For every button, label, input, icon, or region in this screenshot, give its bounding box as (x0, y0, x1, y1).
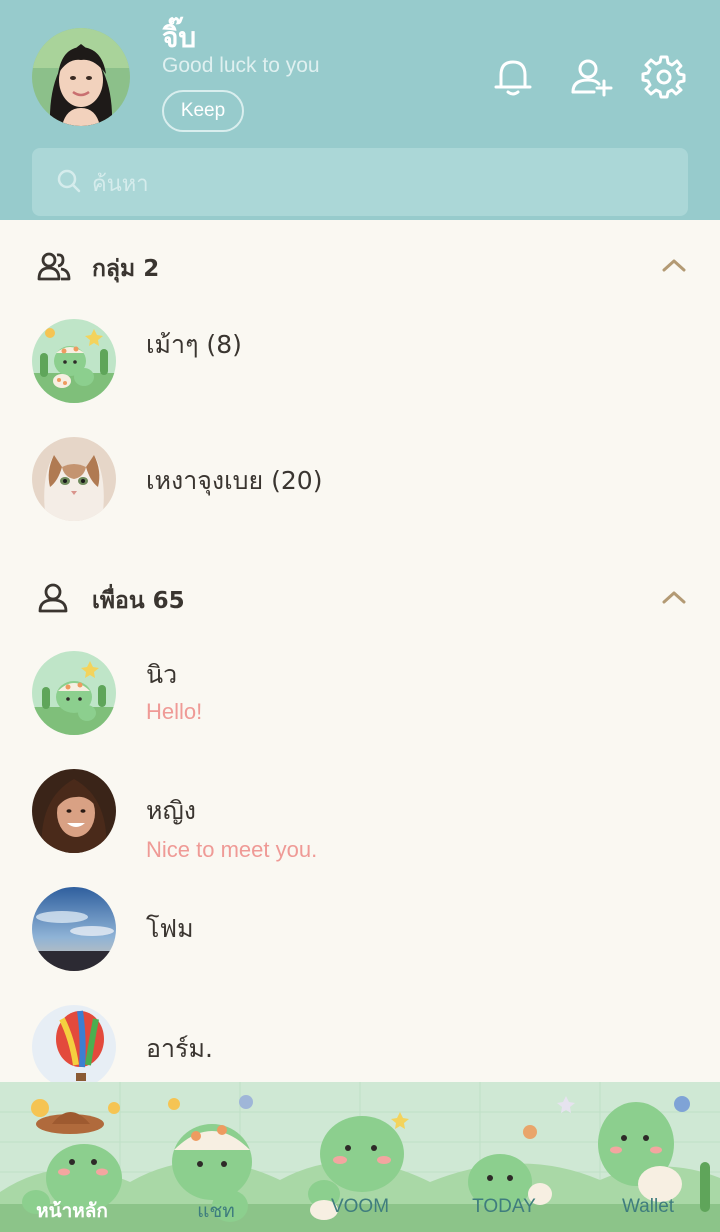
search-icon (57, 169, 81, 193)
friend-avatar (32, 887, 116, 971)
friend-avatar (32, 769, 116, 853)
friend-row[interactable]: โฟม (0, 887, 720, 997)
group-name: เหงาจุงเบย (20) (146, 466, 323, 495)
search-bar[interactable]: ค้นหา (32, 148, 688, 216)
friend-avatar (32, 651, 116, 735)
friend-name: โฟม (146, 914, 194, 943)
group-avatar (32, 319, 116, 403)
nav-today[interactable]: TODAY (444, 1196, 564, 1230)
gear-icon[interactable] (641, 54, 687, 100)
group-icon (37, 252, 71, 281)
friend-name: อาร์ม. (146, 1034, 213, 1063)
bell-icon[interactable] (490, 54, 536, 100)
friends-section-title: เพื่อน 65 (92, 588, 185, 614)
profile-header: จิ๊บ Good luck to you Keep ค้นหา (0, 0, 720, 220)
friend-name: หญิง (146, 796, 196, 825)
nav-wallet[interactable]: Wallet (588, 1196, 708, 1230)
friend-status-message: Hello! (146, 699, 203, 724)
bottom-navigation: หน้าหลัก แชท VOOM TODAY Wallet (0, 1082, 720, 1232)
add-friend-icon[interactable] (568, 54, 614, 100)
friend-status-message: Nice to meet you. (146, 837, 318, 862)
nav-voom-label: VOOM (330, 1196, 390, 1217)
chevron-up-icon[interactable] (660, 588, 688, 606)
group-name: เม้าๆ (8) (146, 330, 242, 359)
nav-today-label: TODAY (472, 1196, 536, 1217)
profile-status-message: Good luck to you (162, 54, 320, 77)
nav-home-label: หน้าหลัก (36, 1201, 108, 1222)
profile-avatar[interactable] (32, 28, 130, 126)
nav-home[interactable]: หน้าหลัก (12, 1196, 132, 1230)
friend-icon (38, 583, 68, 613)
friend-name: นิว (146, 660, 178, 689)
friends-home-screen: จิ๊บ Good luck to you Keep ค้นหา กลุ่ม 2… (0, 0, 720, 1232)
nav-voom[interactable]: VOOM (300, 1196, 420, 1230)
groups-section-header[interactable]: กลุ่ม 2 (0, 236, 720, 296)
group-avatar (32, 437, 116, 521)
keep-button[interactable]: Keep (162, 90, 244, 132)
friend-row[interactable]: นิว Hello! (0, 651, 720, 761)
groups-section-title: กลุ่ม 2 (92, 256, 160, 282)
nav-chat[interactable]: แชท (156, 1196, 276, 1230)
chevron-up-icon[interactable] (660, 256, 688, 274)
nav-wallet-label: Wallet (621, 1196, 675, 1217)
group-row[interactable]: เม้าๆ (8) (0, 319, 720, 429)
group-row[interactable]: เหงาจุงเบย (20) (0, 437, 720, 547)
friend-avatar (32, 1005, 116, 1089)
nav-chat-label: แชท (197, 1201, 235, 1222)
friends-section-header[interactable]: เพื่อน 65 (0, 568, 720, 628)
search-placeholder: ค้นหา (92, 172, 149, 197)
friend-row[interactable]: หญิง Nice to meet you. (0, 769, 720, 879)
